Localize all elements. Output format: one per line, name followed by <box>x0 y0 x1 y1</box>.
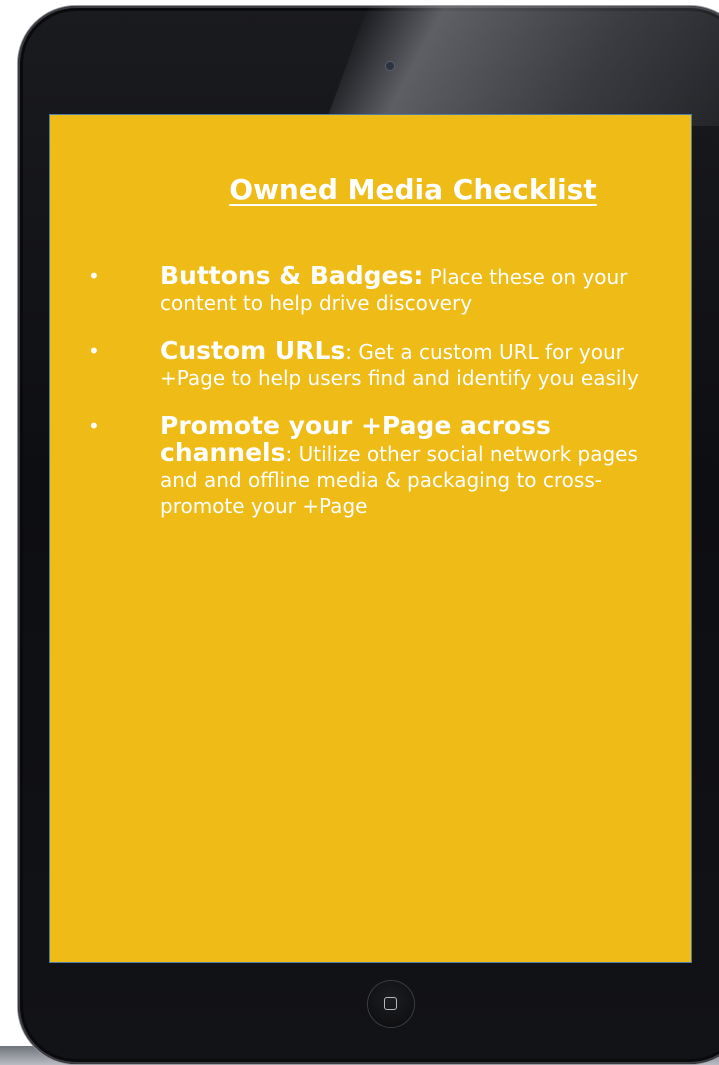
bullet: • <box>88 264 100 288</box>
page-title: Owned Media Checklist <box>229 173 597 206</box>
screen-glare <box>324 6 719 126</box>
item-heading: Custom URLs <box>160 336 346 365</box>
home-button-icon <box>384 997 397 1010</box>
front-camera-icon <box>386 62 394 70</box>
bullet: • <box>88 414 100 438</box>
checklist: • Buttons & Badges: Place these on your … <box>50 263 691 541</box>
home-button[interactable] <box>368 981 414 1027</box>
checklist-item: • Promote your +Page across channels: Ut… <box>50 413 691 519</box>
item-heading: Buttons & Badges: <box>160 261 424 290</box>
checklist-item: • Custom URLs: Get a custom URL for your… <box>50 338 691 391</box>
checklist-item: • Buttons & Badges: Place these on your … <box>50 263 691 316</box>
tablet-screen: Owned Media Checklist • Buttons & Badges… <box>49 114 692 963</box>
bullet: • <box>88 339 100 363</box>
stage: Owned Media Checklist • Buttons & Badges… <box>0 0 719 1065</box>
